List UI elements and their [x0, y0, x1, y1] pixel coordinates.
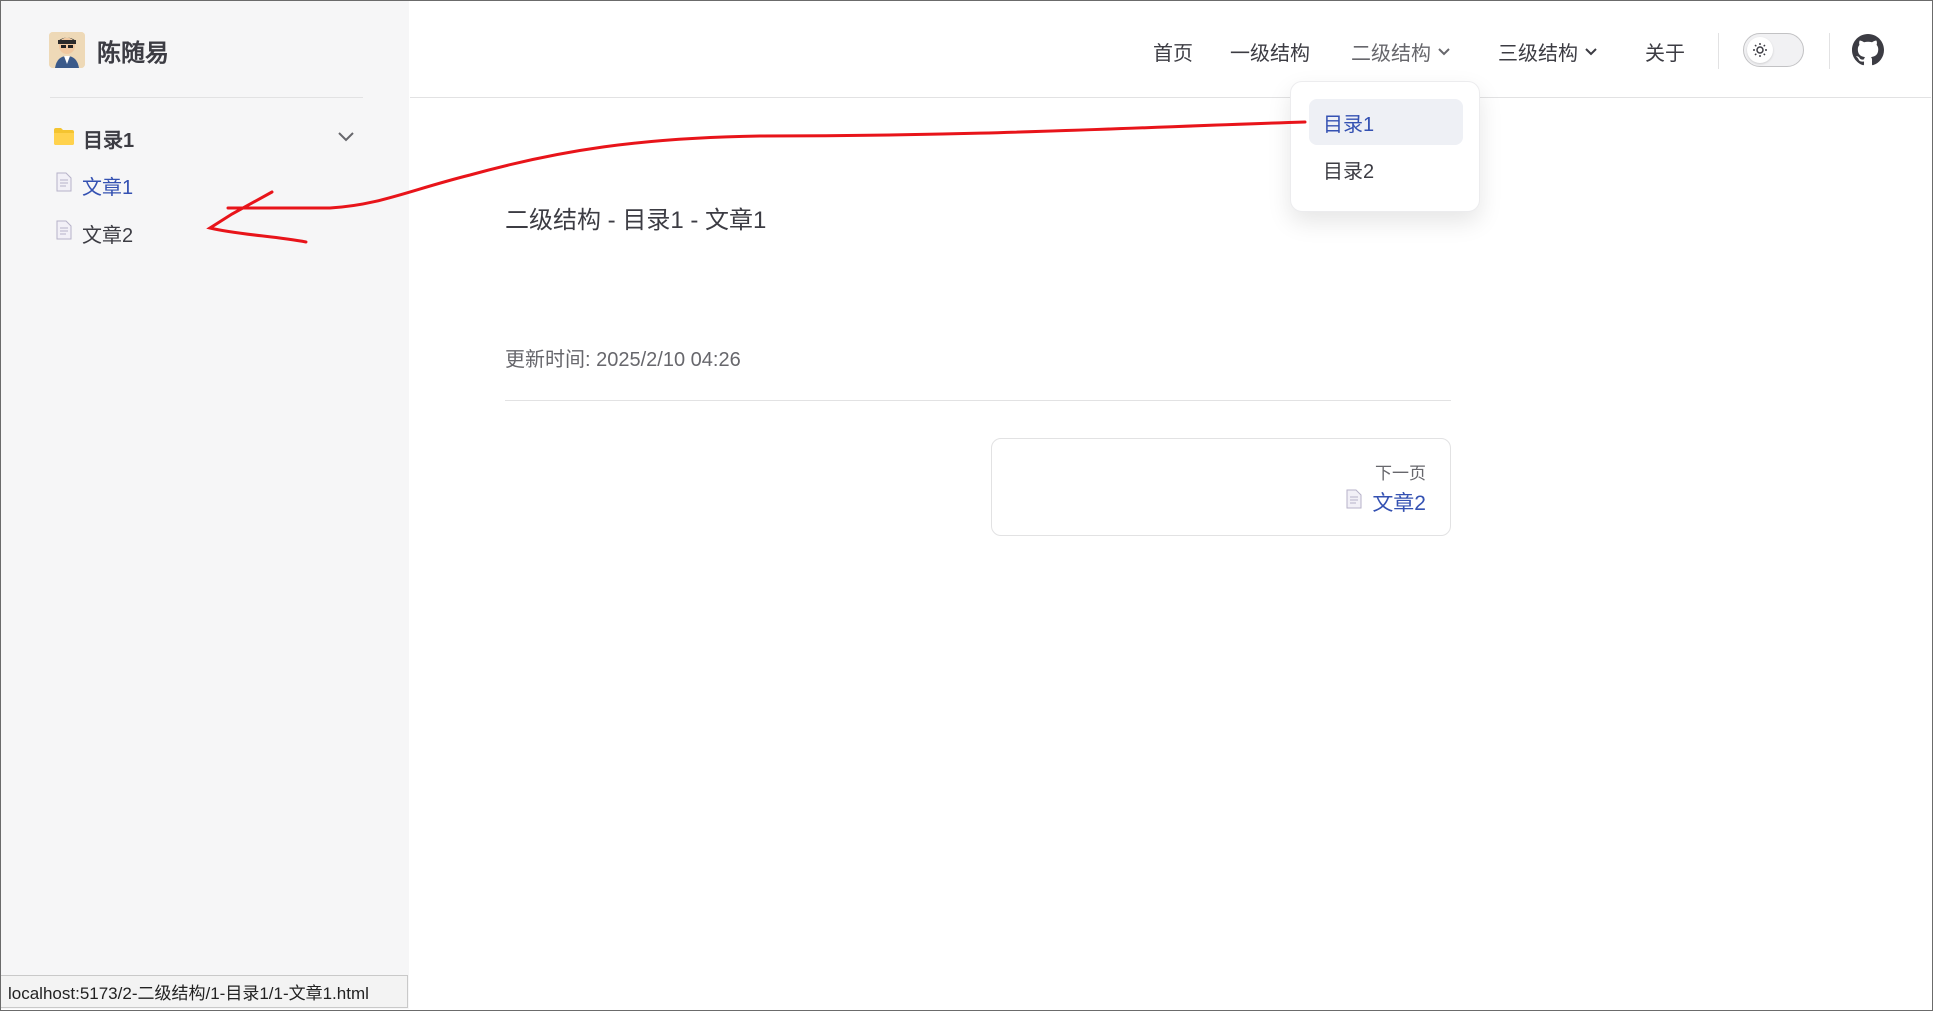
- nav-divider: [1829, 33, 1830, 69]
- status-bar-url: localhost:5173/2-二级结构/1-目录1/1-文章1.html: [1, 975, 408, 1008]
- document-icon: [1346, 489, 1362, 515]
- content-divider: [505, 400, 1451, 401]
- sun-icon: [1747, 37, 1773, 63]
- nav-item-label: 二级结构: [1351, 43, 1431, 65]
- sidebar-item-label: 文章1: [82, 176, 134, 199]
- sidebar-item-article1[interactable]: 文章1: [56, 171, 133, 199]
- nav-item-level2[interactable]: 二级结构: [1351, 37, 1451, 66]
- theme-toggle[interactable]: [1743, 33, 1804, 67]
- nav-item-level3[interactable]: 三级结构: [1498, 37, 1598, 66]
- chevron-down-icon: [1584, 40, 1598, 63]
- next-page-label: 文章2: [1372, 492, 1426, 515]
- nav-dropdown-menu: 目录1 目录2: [1290, 81, 1480, 212]
- dropdown-item-dir1[interactable]: 目录1: [1309, 99, 1463, 145]
- chevron-down-icon[interactable]: [337, 130, 355, 149]
- github-icon[interactable]: [1852, 34, 1884, 71]
- brand-name: 陈随易: [97, 39, 169, 67]
- nav-item-level1[interactable]: 一级结构: [1230, 37, 1310, 66]
- sidebar: 陈随易 目录1 文章1 文章2: [1, 1, 409, 1009]
- folder-icon: [53, 126, 75, 151]
- avatar: [49, 32, 85, 68]
- sidebar-section-label: 目录1: [83, 129, 135, 152]
- dropdown-item-dir2[interactable]: 目录2: [1309, 146, 1463, 192]
- page-title: 二级结构 - 目录1 - 文章1: [505, 207, 767, 234]
- next-page-link[interactable]: 下一页 文章2: [991, 438, 1451, 536]
- sidebar-divider: [50, 97, 363, 98]
- nav-item-about[interactable]: 关于: [1645, 37, 1685, 66]
- nav-item-home[interactable]: 首页: [1153, 37, 1193, 66]
- brand-link[interactable]: 陈随易: [49, 32, 169, 68]
- sidebar-section-header[interactable]: 目录1: [53, 123, 363, 153]
- top-nav: 首页 一级结构 二级结构 三级结构 关于: [410, 1, 1931, 98]
- chevron-down-icon: [1437, 40, 1451, 63]
- document-icon: [56, 172, 72, 198]
- nav-item-label: 关于: [1645, 43, 1685, 65]
- nav-divider: [1718, 33, 1719, 69]
- sidebar-item-label: 文章2: [82, 224, 134, 247]
- document-icon: [56, 220, 72, 246]
- last-updated: 更新时间: 2025/2/10 04:26: [505, 349, 741, 371]
- nav-item-label: 首页: [1153, 43, 1193, 65]
- sidebar-item-article2[interactable]: 文章2: [56, 219, 133, 247]
- nav-item-label: 一级结构: [1230, 43, 1310, 65]
- next-page-caption: 下一页: [1375, 464, 1426, 483]
- next-page-target: 文章2: [1346, 487, 1426, 517]
- nav-item-label: 三级结构: [1498, 43, 1578, 65]
